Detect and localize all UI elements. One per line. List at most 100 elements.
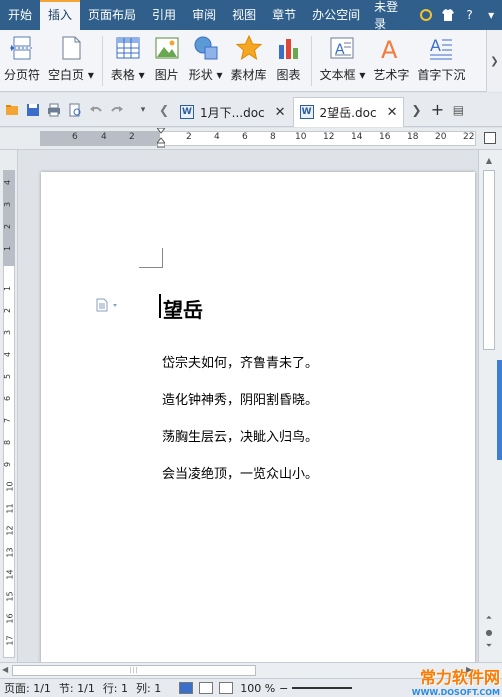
horizontal-ruler[interactable]: 6 4 2 2 4 6 8 10 12 14 16 18 20 22 [0, 127, 502, 150]
zoom-level[interactable]: 100 % [236, 682, 279, 695]
vruler-tick-label: 12 [5, 525, 15, 536]
horizontal-scroll-thumb[interactable]: ||| [12, 665, 256, 676]
text-cursor [159, 294, 161, 318]
tab-references[interactable]: 引用 [144, 0, 184, 30]
tab-view[interactable]: 视图 [224, 0, 264, 30]
shapes-button[interactable]: 形状 ▾ [185, 34, 227, 88]
undo-icon[interactable] [87, 101, 105, 119]
dropcap-button[interactable]: A 首字下沉 [413, 34, 469, 88]
tab-menu-icon[interactable]: ▤ [449, 101, 467, 119]
skin-icon[interactable] [439, 6, 457, 24]
close-icon[interactable]: ✕ [387, 105, 398, 120]
paragraph-layout-icon[interactable] [95, 298, 125, 312]
vruler-tick-label: 2 [3, 307, 13, 314]
ruler-tick-label: 6 [242, 132, 248, 142]
tab-scroll-right-icon[interactable]: ❯ [407, 101, 425, 119]
help-icon[interactable]: ? [461, 6, 479, 24]
page-break-button[interactable]: 分页符 [0, 34, 44, 88]
page-view-icon[interactable] [179, 682, 194, 694]
vruler-tick-label: 2 [3, 223, 13, 230]
chart-button[interactable]: 图表 [271, 34, 307, 88]
redo-icon[interactable] [108, 101, 126, 119]
tab-review[interactable]: 审阅 [184, 0, 224, 30]
page-break-label: 分页符 [4, 68, 41, 82]
doc-tab-wangyue[interactable]: W 2望岳.doc ✕ [292, 96, 405, 127]
ruler-tick-label: 4 [214, 132, 220, 142]
close-icon[interactable]: ✕ [275, 105, 286, 120]
page-up-icon[interactable]: ⏶ [482, 612, 496, 624]
poem-line[interactable]: 岱宗夫如何，齐鲁青未了。 [162, 352, 318, 371]
status-column: 列: 1 [136, 682, 162, 695]
poem-line[interactable]: 造化钟神秀，阴阳割昏晓。 [162, 389, 318, 408]
menubar-right: 未登录 ? ▾ [368, 0, 502, 32]
poem-line[interactable]: 会当凌绝顶，一览众山小。 [162, 463, 318, 482]
tab-home[interactable]: 开始 [0, 0, 40, 30]
tab-insert[interactable]: 插入 [40, 0, 81, 30]
print-icon[interactable] [45, 101, 63, 119]
login-link[interactable]: 未登录 [368, 0, 415, 32]
zoom-slider[interactable] [292, 687, 353, 689]
table-button[interactable]: 表格 ▾ [107, 34, 149, 88]
vertical-ruler[interactable]: 4 3 2 1 1 2 3 4 5 6 7 8 9 10 11 12 13 14… [0, 150, 18, 662]
tab-section[interactable]: 章节 [264, 0, 304, 30]
ruler-toggle-icon[interactable] [484, 132, 496, 144]
web-view-icon[interactable] [219, 682, 234, 694]
status-row: 行: 1 [102, 682, 129, 695]
poem-title[interactable]: 望岳 [163, 294, 203, 323]
vruler-tick-label: 1 [3, 285, 13, 292]
svg-text:A: A [381, 36, 398, 61]
vruler-tick-label: 1 [3, 245, 13, 252]
word-doc-icon: W [180, 105, 194, 119]
blank-page-label: 空白页 ▾ [48, 68, 94, 82]
print-preview-icon[interactable] [66, 101, 84, 119]
doc-tab-january[interactable]: W 1月下...doc ✕ [173, 97, 293, 127]
tab-scroll-left-icon[interactable]: ❮ [155, 101, 173, 119]
picture-label: 图片 [154, 68, 179, 82]
blank-page-button[interactable]: 空白页 ▾ [44, 34, 98, 88]
table-icon [114, 34, 142, 62]
ruler-tick-label: 18 [407, 132, 419, 142]
ruler-tick-label: 2 [129, 132, 135, 142]
picture-button[interactable]: 图片 [149, 34, 185, 88]
quick-access-dropdown-icon[interactable]: ▾ [134, 101, 152, 119]
shapes-label: 形状 ▾ [188, 68, 223, 82]
doc-tab-label: 2望岳.doc [319, 105, 377, 120]
outline-view-icon[interactable] [199, 682, 214, 694]
indent-marker[interactable] [155, 127, 167, 148]
textbox-icon: A [328, 34, 356, 62]
vruler-tick-label: 8 [3, 439, 13, 446]
ribbon-separator [310, 36, 312, 86]
tab-office-space[interactable]: 办公空间 [304, 0, 368, 30]
vertical-scroll-thumb[interactable] [483, 170, 495, 350]
ruler-tick-label: 22 [463, 132, 475, 142]
ruler-tick-label: 2 [186, 132, 192, 142]
textbox-label: 文本框 ▾ [319, 68, 366, 82]
select-browse-icon[interactable]: ● [482, 626, 496, 638]
scroll-up-icon[interactable]: ▲ [482, 154, 496, 166]
document-work-area[interactable]: 望岳 岱宗夫如何，齐鲁青未了。 造化钟神秀，阴阳割昏晓。 荡胸生层云，决眦入归鸟… [19, 150, 478, 662]
ruler-tick-label: 4 [101, 132, 107, 142]
scroll-left-icon[interactable]: ◀ [2, 665, 8, 674]
save-icon[interactable] [24, 101, 42, 119]
ribbon-scroll-button[interactable]: ❯ [486, 30, 502, 92]
zoom-out-icon[interactable]: − [279, 682, 288, 695]
vruler-tick-label: 13 [5, 547, 15, 558]
vertical-scrollbar[interactable]: ▲ ⏶ ● ⏷ [478, 150, 502, 662]
sync-icon[interactable] [417, 6, 435, 24]
material-library-button[interactable]: 素材库 [227, 34, 271, 88]
wordart-button[interactable]: A 艺术字 [369, 34, 413, 88]
poem-line[interactable]: 荡胸生层云，决眦入归鸟。 [162, 426, 318, 445]
new-tab-icon[interactable]: + [428, 100, 446, 119]
tab-page-layout[interactable]: 页面布局 [80, 0, 144, 30]
vruler-tick-label: 10 [5, 481, 15, 492]
side-panel-toggle[interactable] [497, 360, 502, 460]
textbox-button[interactable]: A 文本框 ▾ [316, 34, 370, 88]
status-page[interactable]: 页面: 1/1 [0, 680, 55, 696]
chevron-down-icon[interactable]: ▾ [482, 6, 500, 24]
ruler-margin-left [40, 131, 160, 146]
vruler-tick-label: 17 [5, 635, 15, 646]
document-page[interactable]: 望岳 岱宗夫如何，齐鲁青未了。 造化钟神秀，阴阳割昏晓。 荡胸生层云，决眦入归鸟… [41, 172, 475, 662]
page-down-icon[interactable]: ⏷ [482, 640, 496, 652]
folder-icon[interactable] [3, 101, 21, 119]
dropcap-icon: A [427, 34, 455, 62]
